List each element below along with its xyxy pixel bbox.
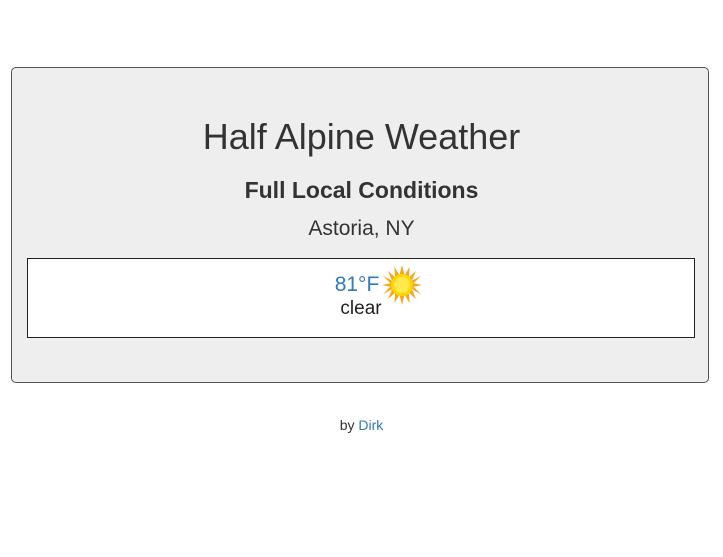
page-title: Half Alpine Weather [202, 116, 521, 157]
page-subtitle: Full Local Conditions [244, 177, 479, 203]
current-conditions-box: 81°F clear [27, 258, 695, 338]
location-label: Astoria, NY [308, 217, 415, 240]
author-link[interactable]: Dirk [358, 417, 383, 433]
condition-text: clear [340, 298, 382, 319]
footer-credit: by Dirk [0, 416, 723, 434]
footer-by-label: by [339, 417, 355, 433]
